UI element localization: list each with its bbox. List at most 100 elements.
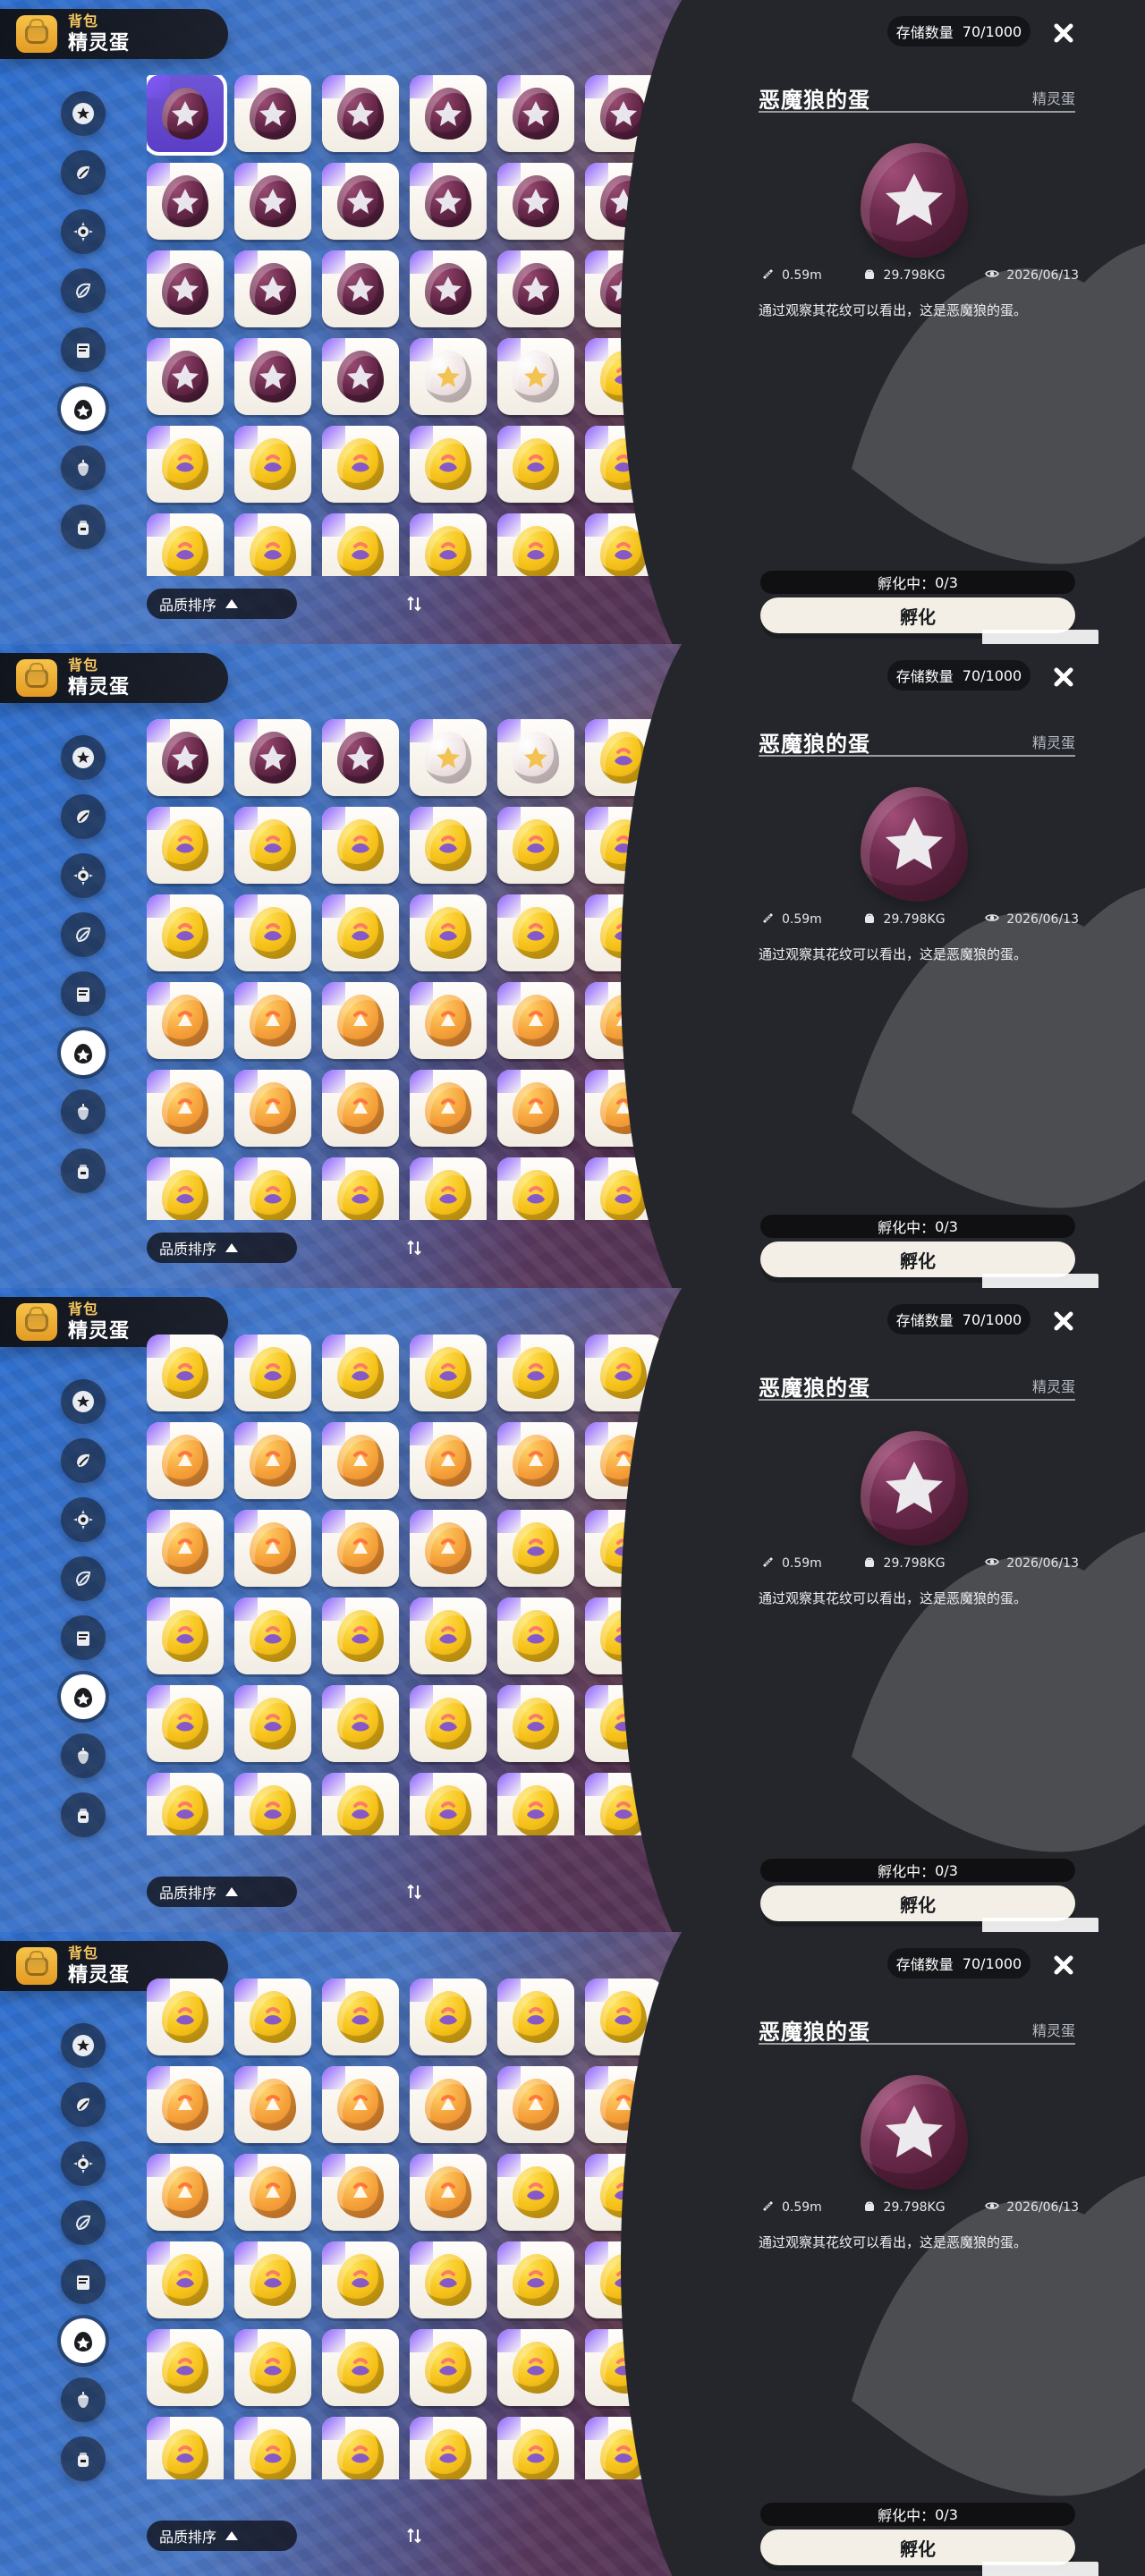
egg-slot[interactable] — [410, 894, 487, 971]
egg-slot[interactable] — [497, 2241, 574, 2318]
sidebar-item-star[interactable] — [61, 2023, 106, 2068]
egg-slot[interactable] — [410, 1157, 487, 1220]
egg-slot[interactable] — [497, 1335, 574, 1411]
egg-slot[interactable] — [497, 163, 574, 240]
egg-slot[interactable] — [497, 426, 574, 503]
egg-slot[interactable] — [147, 1773, 224, 1835]
sidebar-item-book[interactable] — [61, 327, 106, 372]
close-button[interactable] — [1048, 1306, 1079, 1336]
sidebar-item-acorn[interactable] — [61, 1733, 106, 1778]
sidebar-item-backpack[interactable] — [61, 504, 106, 549]
sidebar-item-egg[interactable] — [61, 1674, 106, 1719]
egg-slot[interactable] — [234, 250, 311, 327]
egg-slot[interactable] — [234, 2417, 311, 2479]
egg-slot[interactable] — [497, 75, 574, 152]
hatch-button[interactable]: 孵化 — [760, 1241, 1075, 1277]
egg-slot[interactable] — [234, 1335, 311, 1411]
sidebar-item-acorn[interactable] — [61, 1089, 106, 1134]
egg-slot[interactable] — [234, 2066, 311, 2143]
egg-slot[interactable] — [234, 338, 311, 415]
sidebar-item-acorn[interactable] — [61, 2377, 106, 2422]
egg-slot[interactable] — [410, 1597, 487, 1674]
egg-slot[interactable] — [234, 426, 311, 503]
egg-slot[interactable] — [322, 1773, 399, 1835]
sidebar-item-star[interactable] — [61, 1379, 106, 1424]
sort-toggle-icon[interactable] — [404, 1238, 424, 1258]
egg-slot[interactable] — [234, 2154, 311, 2231]
hatch-button[interactable]: 孵化 — [760, 597, 1075, 633]
egg-slot[interactable] — [147, 894, 224, 971]
egg-slot[interactable] — [322, 2417, 399, 2479]
egg-slot[interactable] — [234, 894, 311, 971]
egg-slot[interactable] — [497, 982, 574, 1059]
egg-slot[interactable] — [322, 338, 399, 415]
egg-slot[interactable] — [497, 1685, 574, 1762]
sidebar-item-star[interactable] — [61, 91, 106, 136]
egg-slot[interactable] — [234, 163, 311, 240]
egg-slot[interactable] — [322, 719, 399, 796]
egg-slot[interactable] — [410, 75, 487, 152]
egg-slot[interactable] — [234, 513, 311, 576]
egg-slot[interactable] — [147, 2417, 224, 2479]
egg-slot[interactable] — [497, 2417, 574, 2479]
egg-slot[interactable] — [322, 513, 399, 576]
egg-slot[interactable] — [497, 2154, 574, 2231]
egg-slot[interactable] — [234, 1422, 311, 1499]
egg-slot[interactable] — [147, 1685, 224, 1762]
egg-slot[interactable] — [322, 250, 399, 327]
egg-slot[interactable] — [410, 719, 487, 796]
egg-slot[interactable] — [147, 75, 227, 156]
egg-slot[interactable] — [322, 1070, 399, 1147]
egg-slot[interactable] — [410, 1422, 487, 1499]
egg-slot[interactable] — [410, 1510, 487, 1587]
egg-slot[interactable] — [410, 2417, 487, 2479]
egg-slot[interactable] — [322, 75, 399, 152]
sidebar-item-leaf-outline[interactable] — [61, 268, 106, 313]
hatch-button[interactable]: 孵化 — [760, 1885, 1075, 1921]
egg-slot[interactable] — [147, 1979, 224, 2055]
sidebar-item-egg[interactable] — [61, 1030, 106, 1075]
egg-slot[interactable] — [234, 1070, 311, 1147]
egg-slot[interactable] — [147, 719, 224, 796]
sidebar-item-leaf-outline[interactable] — [61, 2200, 106, 2245]
egg-slot[interactable] — [234, 1773, 311, 1835]
egg-slot[interactable] — [410, 2154, 487, 2231]
sidebar-item-backpack[interactable] — [61, 1792, 106, 1837]
egg-slot[interactable] — [497, 894, 574, 971]
egg-slot[interactable] — [497, 338, 574, 415]
egg-slot[interactable] — [234, 1597, 311, 1674]
egg-slot[interactable] — [234, 75, 311, 152]
egg-slot[interactable] — [147, 2241, 224, 2318]
egg-slot[interactable] — [147, 250, 224, 327]
sort-toggle-icon[interactable] — [404, 1882, 424, 1902]
egg-slot[interactable] — [410, 1335, 487, 1411]
egg-slot[interactable] — [410, 807, 487, 884]
egg-slot[interactable] — [147, 1070, 224, 1147]
egg-slot[interactable] — [410, 982, 487, 1059]
sidebar-item-leaf[interactable] — [61, 2082, 106, 2127]
sidebar-item-book[interactable] — [61, 1615, 106, 1660]
egg-slot[interactable] — [497, 1070, 574, 1147]
egg-slot[interactable] — [234, 1979, 311, 2055]
egg-slot[interactable] — [234, 1510, 311, 1587]
egg-slot[interactable] — [147, 982, 224, 1059]
sort-bar[interactable]: 品质排序 — [147, 1233, 421, 1263]
egg-slot[interactable] — [322, 2154, 399, 2231]
close-button[interactable] — [1048, 18, 1079, 48]
sidebar-item-gear[interactable] — [61, 2141, 106, 2186]
egg-slot[interactable] — [234, 719, 311, 796]
close-button[interactable] — [1048, 662, 1079, 692]
egg-slot[interactable] — [410, 1979, 487, 2055]
egg-slot[interactable] — [322, 1979, 399, 2055]
egg-slot[interactable] — [147, 513, 224, 576]
sort-toggle-icon[interactable] — [404, 2526, 424, 2546]
egg-slot[interactable] — [410, 163, 487, 240]
egg-slot[interactable] — [497, 1422, 574, 1499]
egg-slot[interactable] — [410, 426, 487, 503]
egg-slot[interactable] — [322, 982, 399, 1059]
egg-slot[interactable] — [322, 1422, 399, 1499]
egg-slot[interactable] — [497, 2066, 574, 2143]
egg-slot[interactable] — [410, 250, 487, 327]
egg-slot[interactable] — [410, 513, 487, 576]
egg-slot[interactable] — [147, 1597, 224, 1674]
